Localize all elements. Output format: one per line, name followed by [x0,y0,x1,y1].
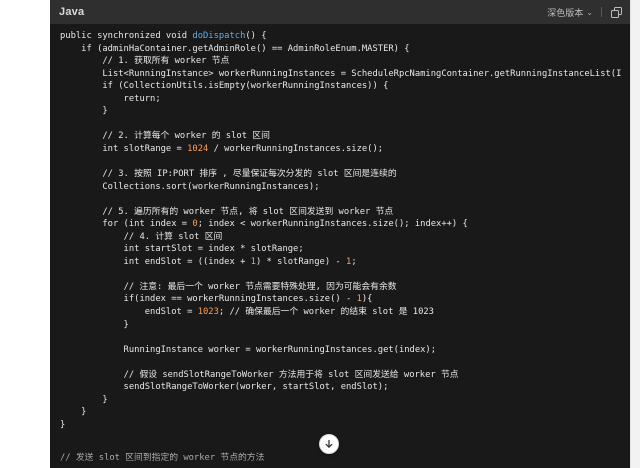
theme-toggle-button[interactable]: 深色版本 ⌄ [547,6,593,19]
code-line: // 3. 按照 IP:PORT 排序 , 尽量保证每次分发的 slot 区间是… [102,169,397,180]
theme-label: 深色版本 [547,8,584,19]
code-line: // 4. 计算 slot 区间 [123,231,223,242]
code-line: endSlot = 1023; // 确保最后一个 worker 的结束 slo… [60,307,434,318]
header-divider [601,7,602,17]
code-line: } [60,407,87,418]
right-scroll-gutter [630,0,640,468]
code-line: sendSlotRangeToWorker(worker, startSlot,… [60,382,389,393]
code-line: } [60,419,66,430]
code-line: int endSlot = ((index + 1) * slotRange) … [60,256,357,267]
code-block-panel: Java 深色版本 ⌄ public synchronized void doD… [50,0,630,468]
code-line: // 假设 sendSlotRangeToWorker 方法用于将 slot 区… [123,369,459,380]
language-label: Java [59,6,85,18]
code-line: } [60,319,129,330]
code-line: int startSlot = index * slotRange; [60,244,304,255]
code-line: public synchronized void doDispatch() { [60,31,267,41]
code-content: public synchronized void doDispatch() { … [60,30,621,432]
code-line: int slotRange = 1024 / workerRunningInst… [60,143,384,154]
code-line: } [60,106,108,117]
scroll-to-bottom-button[interactable] [319,434,339,454]
arrow-down-icon [324,439,334,449]
cut-off-code-line: // 发送 slot 区间到指定的 worker 节点的方法 [60,453,265,463]
code-line: Collections.sort(workerRunningInstances)… [60,181,320,192]
code-line: // 2. 计算每个 worker 的 slot 区间 [102,131,270,142]
code-line: if (adminHaContainer.getAdminRole() == A… [60,43,410,54]
code-line: // 5. 遍历所有的 worker 节点, 将 slot 区间发送到 work… [102,206,394,217]
header-actions: 深色版本 ⌄ [547,6,622,19]
code-line: if(index == workerRunningInstances.size(… [60,294,373,305]
chevron-down-icon: ⌄ [586,7,593,17]
code-line: // 注意: 最后一个 worker 节点需要特殊处理, 因为可能会有余数 [123,281,397,292]
code-block-header: Java 深色版本 ⌄ [50,0,630,24]
code-line: RunningInstance worker = workerRunningIn… [60,344,437,355]
code-line: } [60,394,108,405]
copy-icon[interactable] [610,6,622,18]
code-line: return; [60,93,161,104]
code-line: // 1. 获取所有 worker 节点 [102,56,230,67]
code-line: for (int index = 0; index < workerRunnin… [60,219,468,230]
code-line: List<RunningInstance> workerRunningInsta… [60,68,622,79]
code-line: if (CollectionUtils.isEmpty(workerRunnin… [60,81,389,92]
code-area[interactable]: public synchronized void doDispatch() { … [50,24,630,468]
